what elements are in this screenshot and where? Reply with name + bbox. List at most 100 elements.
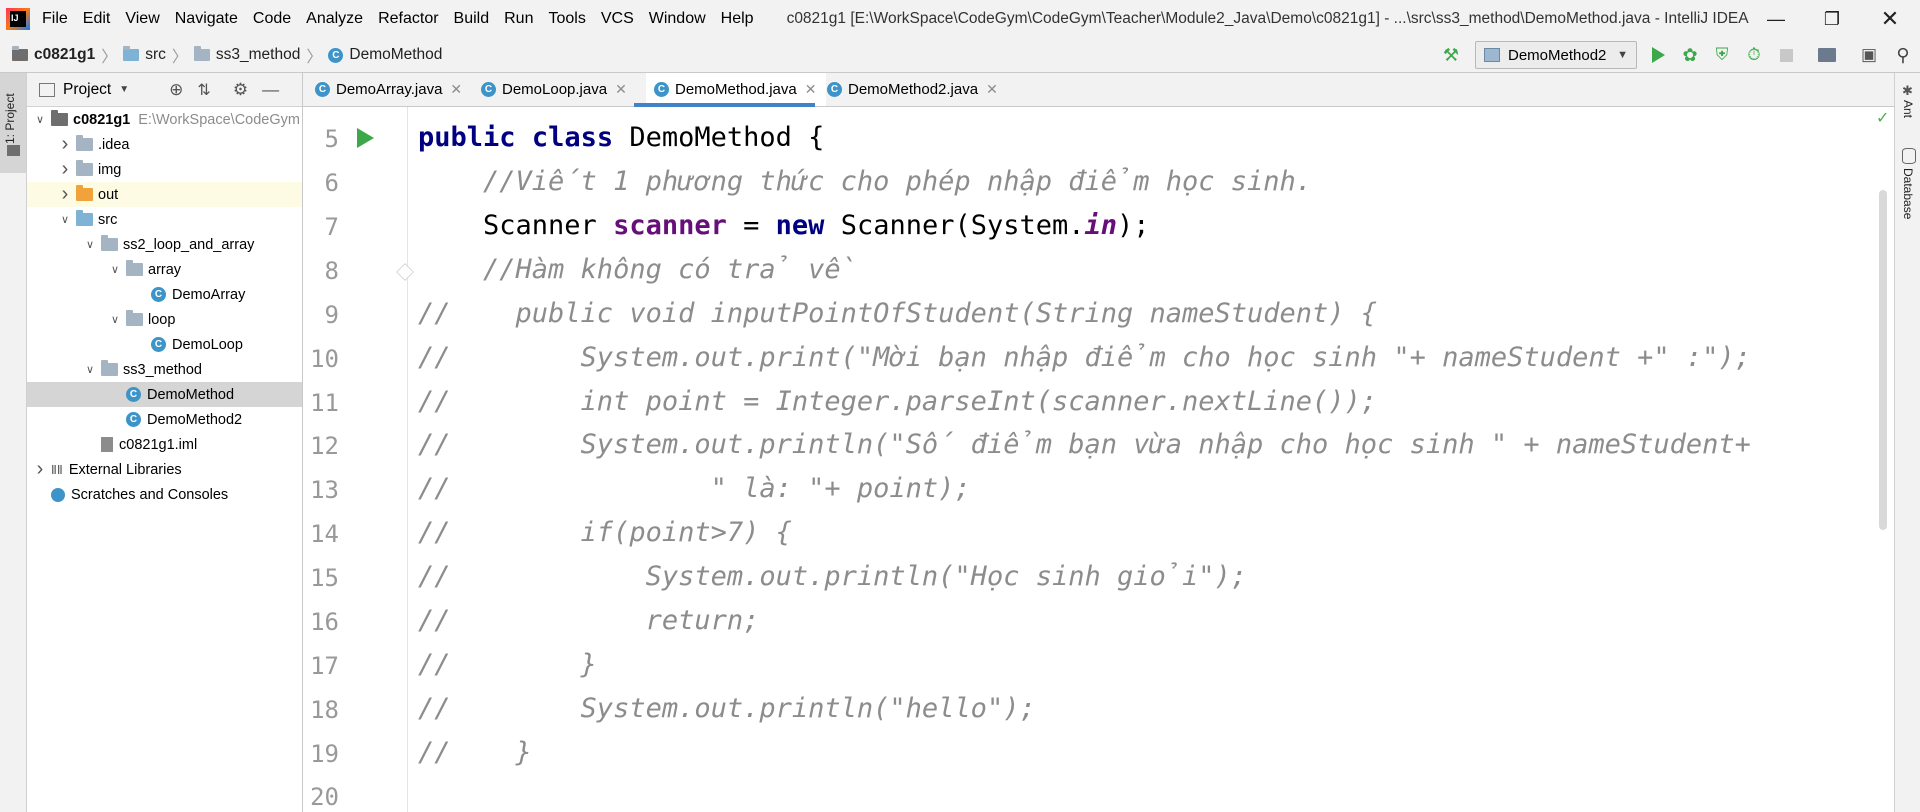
line-number: 16	[310, 608, 339, 636]
code-line-14[interactable]: // if(point>7) {	[418, 517, 792, 548]
layout-icon[interactable]: ▣	[1858, 44, 1880, 66]
code-line-7[interactable]: Scanner scanner = new Scanner(System.in)…	[418, 210, 1150, 241]
code-line-17[interactable]: // }	[418, 649, 597, 680]
run-icon[interactable]	[1647, 44, 1669, 66]
project-panel-title[interactable]: Project	[63, 81, 111, 99]
tree-item[interactable]: C DemoMethod2	[27, 407, 302, 432]
breadcrumb-class[interactable]: C DemoMethod	[328, 46, 442, 64]
tree-item[interactable]: C DemoLoop	[27, 332, 302, 357]
no-problems-check-icon[interactable]: ✓	[1876, 108, 1889, 128]
code-line-12[interactable]: // System.out.println("Số điểm bạn vừa n…	[418, 429, 1751, 460]
chevron-right-icon[interactable]: ›	[58, 183, 72, 206]
build-hammer-icon[interactable]: ⚒	[1440, 44, 1462, 66]
tree-item[interactable]: › out	[27, 182, 302, 207]
menu-build[interactable]: Build	[454, 10, 490, 28]
menu-edit[interactable]: Edit	[83, 10, 111, 28]
run-gutter-icon[interactable]	[357, 128, 374, 148]
code-token: class	[531, 122, 614, 153]
code-line-8[interactable]: //Hàm không có trả về	[418, 254, 857, 285]
close-tab-icon[interactable]: ✕	[805, 81, 817, 98]
tree-item[interactable]: ∨ ss2_loop_and_array	[27, 232, 302, 257]
breadcrumb-src[interactable]: src	[123, 46, 166, 64]
project-structure-icon[interactable]	[1816, 44, 1838, 66]
package-icon	[126, 260, 143, 276]
breadcrumb-separator: 〉	[101, 49, 118, 66]
menu-help[interactable]: Help	[721, 10, 754, 28]
tree-item[interactable]: › img	[27, 157, 302, 182]
editor-scrollbar[interactable]	[1879, 190, 1887, 530]
close-tab-icon[interactable]: ✕	[986, 81, 998, 98]
stop-icon[interactable]	[1775, 44, 1797, 66]
chevron-right-icon[interactable]: ›	[58, 133, 72, 156]
menu-view[interactable]: View	[125, 10, 159, 28]
code-line-6[interactable]: //Viết 1 phương thức cho phép nhập điểm …	[418, 166, 1312, 197]
chevron-right-icon[interactable]: ›	[33, 458, 47, 481]
tree-item[interactable]: › ⅡⅡ External Libraries	[27, 457, 302, 482]
code-line-13[interactable]: // " là: "+ point);	[418, 473, 971, 504]
chevron-right-icon[interactable]: ›	[58, 158, 72, 181]
debug-icon[interactable]: ✿	[1679, 44, 1701, 66]
chevron-down-icon[interactable]: ▼	[119, 84, 129, 95]
run-with-coverage-icon[interactable]: ⛨	[1711, 44, 1733, 66]
code-line-10[interactable]: // System.out.print("Mời bạn nhập điểm c…	[418, 342, 1751, 373]
tree-item[interactable]: Scratches and Consoles	[27, 482, 302, 507]
tree-item[interactable]: C DemoMethod	[27, 382, 302, 407]
menu-tools[interactable]: Tools	[548, 10, 585, 28]
database-tool-label[interactable]: Database	[1901, 168, 1915, 219]
code-line-5[interactable]: public class DemoMethod {	[418, 122, 824, 153]
close-tab-icon[interactable]: ✕	[450, 81, 462, 98]
run-config-label: DemoMethod2	[1508, 46, 1607, 64]
hide-panel-icon[interactable]: —	[262, 80, 279, 100]
collapse-all-icon[interactable]: ⇅	[197, 80, 210, 100]
tree-item[interactable]: ∨ loop	[27, 307, 302, 332]
code-line-9[interactable]: // public void inputPointOfStudent(Strin…	[418, 298, 1377, 329]
code-token: scanner	[613, 210, 727, 241]
close-tab-icon[interactable]: ✕	[615, 81, 627, 98]
ant-tool-label[interactable]: Ant	[1901, 100, 1915, 118]
menu-run[interactable]: Run	[504, 10, 533, 28]
code-line-18[interactable]: // System.out.println("hello");	[418, 693, 1036, 724]
code-line-15[interactable]: // System.out.println("Học sinh giỏi");	[418, 561, 1247, 592]
tree-item[interactable]: ∨ ss3_method	[27, 357, 302, 382]
search-icon[interactable]: ⚲	[1892, 44, 1914, 66]
chevron-down-icon[interactable]: ∨	[83, 238, 97, 251]
chevron-down-icon[interactable]: ∨	[108, 313, 122, 326]
tree-item-path: E:\WorkSpace\CodeGym	[138, 111, 300, 128]
restore-window-icon[interactable]: ❐	[1804, 0, 1860, 38]
active-tab-indicator	[634, 103, 815, 107]
tree-item[interactable]: ∨ c0821g1 E:\WorkSpace\CodeGym	[27, 107, 302, 132]
minimize-window-icon[interactable]: —	[1748, 0, 1804, 38]
chevron-down-icon[interactable]: ∨	[83, 363, 97, 376]
close-window-icon[interactable]: ✕	[1862, 0, 1918, 38]
tree-item[interactable]: ∨ array	[27, 257, 302, 282]
run-configuration-dropdown[interactable]: DemoMethod2 ▼	[1475, 41, 1637, 69]
menu-navigate[interactable]: Navigate	[175, 10, 238, 28]
tree-item[interactable]: › .idea	[27, 132, 302, 157]
gear-icon[interactable]: ⚙	[233, 80, 248, 100]
tab-demoloop[interactable]: C DemoLoop.java ✕	[481, 73, 627, 106]
locate-file-icon[interactable]: ⊕	[169, 80, 183, 100]
chevron-down-icon[interactable]: ∨	[33, 113, 47, 126]
project-folder-icon	[7, 145, 20, 156]
menu-refactor[interactable]: Refactor	[378, 10, 438, 28]
profile-icon[interactable]: ⏱	[1743, 44, 1765, 66]
tree-item[interactable]: C DemoArray	[27, 282, 302, 307]
tree-item[interactable]: c0821g1.iml	[27, 432, 302, 457]
tab-demomethod2[interactable]: C DemoMethod2.java ✕	[827, 73, 998, 106]
tab-demomethod[interactable]: C DemoMethod.java ✕	[646, 73, 827, 106]
menu-code[interactable]: Code	[253, 10, 291, 28]
menu-vcs[interactable]: VCS	[601, 10, 634, 28]
chevron-down-icon[interactable]: ∨	[108, 263, 122, 276]
tab-demoarray[interactable]: C DemoArray.java ✕	[315, 73, 462, 106]
menu-window[interactable]: Window	[649, 10, 706, 28]
menu-file[interactable]: File	[42, 10, 68, 28]
chevron-down-icon[interactable]: ∨	[58, 213, 72, 226]
code-line-19[interactable]: // }	[418, 737, 532, 768]
code-line-11[interactable]: // int point = Integer.parseInt(scanner.…	[418, 386, 1377, 417]
breadcrumb-package[interactable]: ss3_method	[193, 46, 300, 64]
code-line-16[interactable]: // return;	[418, 605, 759, 636]
menu-analyze[interactable]: Analyze	[306, 10, 363, 28]
breadcrumb-project[interactable]: c0821g1	[12, 46, 95, 64]
line-number: 13	[310, 476, 339, 504]
tree-item[interactable]: ∨ src	[27, 207, 302, 232]
